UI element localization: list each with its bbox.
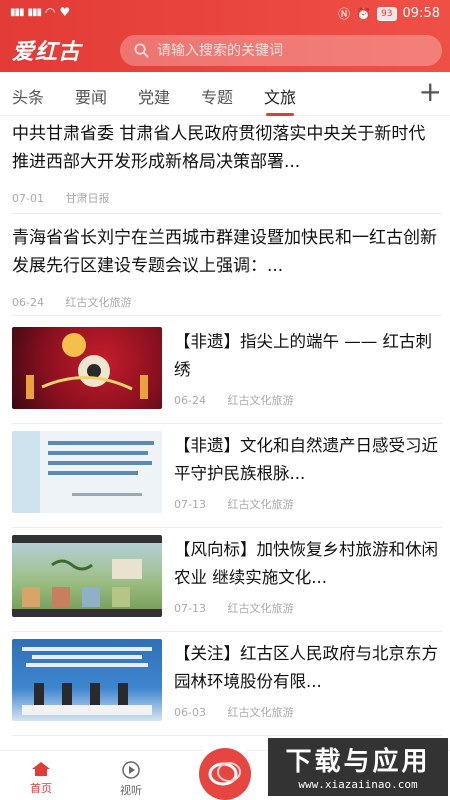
status-left: ▮▮▮ ▮▮▮ ◠ ♥ bbox=[10, 5, 70, 19]
tab-party[interactable]: 党建 bbox=[138, 84, 170, 108]
nav-listen-label: 视听 bbox=[120, 784, 142, 797]
article-source: 红古文化旅游 bbox=[227, 706, 294, 719]
article-date: 06-24 bbox=[174, 394, 206, 407]
search-input[interactable] bbox=[157, 42, 417, 59]
tab-news[interactable]: 要闻 bbox=[75, 84, 107, 108]
app-logo: 爱红古 bbox=[12, 39, 82, 65]
article-thumbnail bbox=[12, 327, 162, 409]
search-bar[interactable] bbox=[120, 35, 442, 66]
wifi-icon: ◠ bbox=[45, 5, 56, 19]
nav-home[interactable]: 首页 bbox=[30, 761, 52, 796]
article-meta: 07-01 甘肃日报 bbox=[12, 190, 442, 206]
article-meta: 06-03 红古文化旅游 bbox=[174, 704, 293, 720]
article-title: 【非遗】指尖上的端午 —— 红古刺绣 bbox=[174, 332, 432, 379]
status-bar: ▮▮▮ ▮▮▮ ◠ ♥ Ⓝ ⏰ 93 09:58 bbox=[0, 0, 450, 26]
play-icon bbox=[122, 761, 140, 779]
nav-home-label: 首页 bbox=[30, 782, 52, 795]
center-action-button[interactable] bbox=[199, 748, 251, 800]
article-source: 甘肃日报 bbox=[65, 192, 110, 205]
tab-topics[interactable]: 专题 bbox=[201, 84, 233, 108]
category-tabs: 头条 要闻 党建 专题 文旅 + bbox=[0, 72, 450, 116]
home-icon bbox=[32, 762, 50, 776]
article-date: 06-24 bbox=[12, 296, 44, 309]
article-item[interactable]: 【非遗】指尖上的端午 —— 红古刺绣 06-24 红古文化旅游 bbox=[12, 320, 442, 424]
article-date: 07-01 bbox=[12, 192, 44, 205]
article-source: 红古文化旅游 bbox=[227, 602, 294, 615]
article-source: 红古文化旅游 bbox=[65, 296, 132, 309]
article-item[interactable]: 【非遗】文化和自然遗产日感受习近平守护民族根脉... 07-13 红古文化旅游 bbox=[12, 424, 442, 528]
tab-culture-tourism[interactable]: 文旅 bbox=[264, 84, 296, 116]
signal-icon: ▮▮▮ bbox=[10, 6, 24, 18]
article-meta: 06-24 红古文化旅游 bbox=[12, 294, 442, 310]
signal-icon-2: ▮▮▮ bbox=[27, 6, 42, 18]
tab-headlines[interactable]: 头条 bbox=[12, 84, 44, 108]
article-thumbnail bbox=[12, 431, 162, 513]
chat-icon bbox=[208, 762, 241, 786]
article-title: 中共甘肃省委 甘肃省人民政府贯彻落实中央关于新时代推进西部大开发形成新格局决策部… bbox=[12, 124, 426, 172]
nfc-icon: Ⓝ bbox=[338, 7, 351, 21]
article-date: 06-03 bbox=[174, 706, 206, 719]
heart-icon: ♥ bbox=[59, 5, 71, 19]
article-title: 青海省省长刘宁在兰西城市群建设暨加快民和一红古创新发展先行区建设专题会议上强调：… bbox=[12, 228, 437, 276]
status-right: Ⓝ ⏰ 93 09:58 bbox=[338, 5, 440, 22]
alarm-icon: ⏰ bbox=[356, 6, 372, 21]
article-item[interactable]: 中共甘肃省委 甘肃省人民政府贯彻落实中央关于新时代推进西部大开发形成新格局决策部… bbox=[12, 120, 442, 214]
article-date: 07-13 bbox=[174, 498, 206, 511]
nav-listen[interactable]: 视听 bbox=[120, 761, 142, 798]
article-date: 07-13 bbox=[174, 602, 206, 615]
add-tab-icon[interactable]: + bbox=[419, 78, 442, 106]
article-title: 【非遗】文化和自然遗产日感受习近平守护民族根脉... bbox=[174, 436, 438, 483]
article-meta: 07-13 红古文化旅游 bbox=[174, 496, 293, 512]
article-item[interactable]: 【关注】红古区人民政府与北京东方园林环境股份有限... 06-03 红古文化旅游 bbox=[12, 632, 442, 736]
article-thumbnail bbox=[12, 535, 162, 617]
article-title: 【关注】红古区人民政府与北京东方园林环境股份有限... bbox=[174, 644, 438, 691]
app-header: ▮▮▮ ▮▮▮ ◠ ♥ Ⓝ ⏰ 93 09:58 爱红古 bbox=[0, 0, 450, 72]
battery-indicator: 93 bbox=[377, 6, 397, 21]
article-title: 【风向标】加快恢复乡村旅游和休闲农业 继续实施文化... bbox=[174, 540, 438, 587]
article-item[interactable]: 【风向标】加快恢复乡村旅游和休闲农业 继续实施文化... 07-13 红古文化旅… bbox=[12, 528, 442, 632]
article-item[interactable]: 青海省省长刘宁在兰西城市群建设暨加快民和一红古创新发展先行区建设专题会议上强调：… bbox=[12, 224, 442, 316]
search-icon bbox=[134, 43, 149, 58]
watermark-title: 下载与应用 bbox=[285, 747, 431, 777]
site-watermark: 下载与应用 www.xiazaiinao.com bbox=[268, 738, 448, 796]
clock: 09:58 bbox=[402, 6, 440, 21]
article-source: 红古文化旅游 bbox=[227, 498, 294, 511]
article-thumbnail bbox=[12, 639, 162, 721]
article-meta: 06-24 红古文化旅游 bbox=[174, 392, 293, 408]
article-source: 红古文化旅游 bbox=[227, 394, 294, 407]
article-meta: 07-13 红古文化旅游 bbox=[174, 600, 293, 616]
watermark-url: www.xiazaiinao.com bbox=[298, 778, 418, 791]
